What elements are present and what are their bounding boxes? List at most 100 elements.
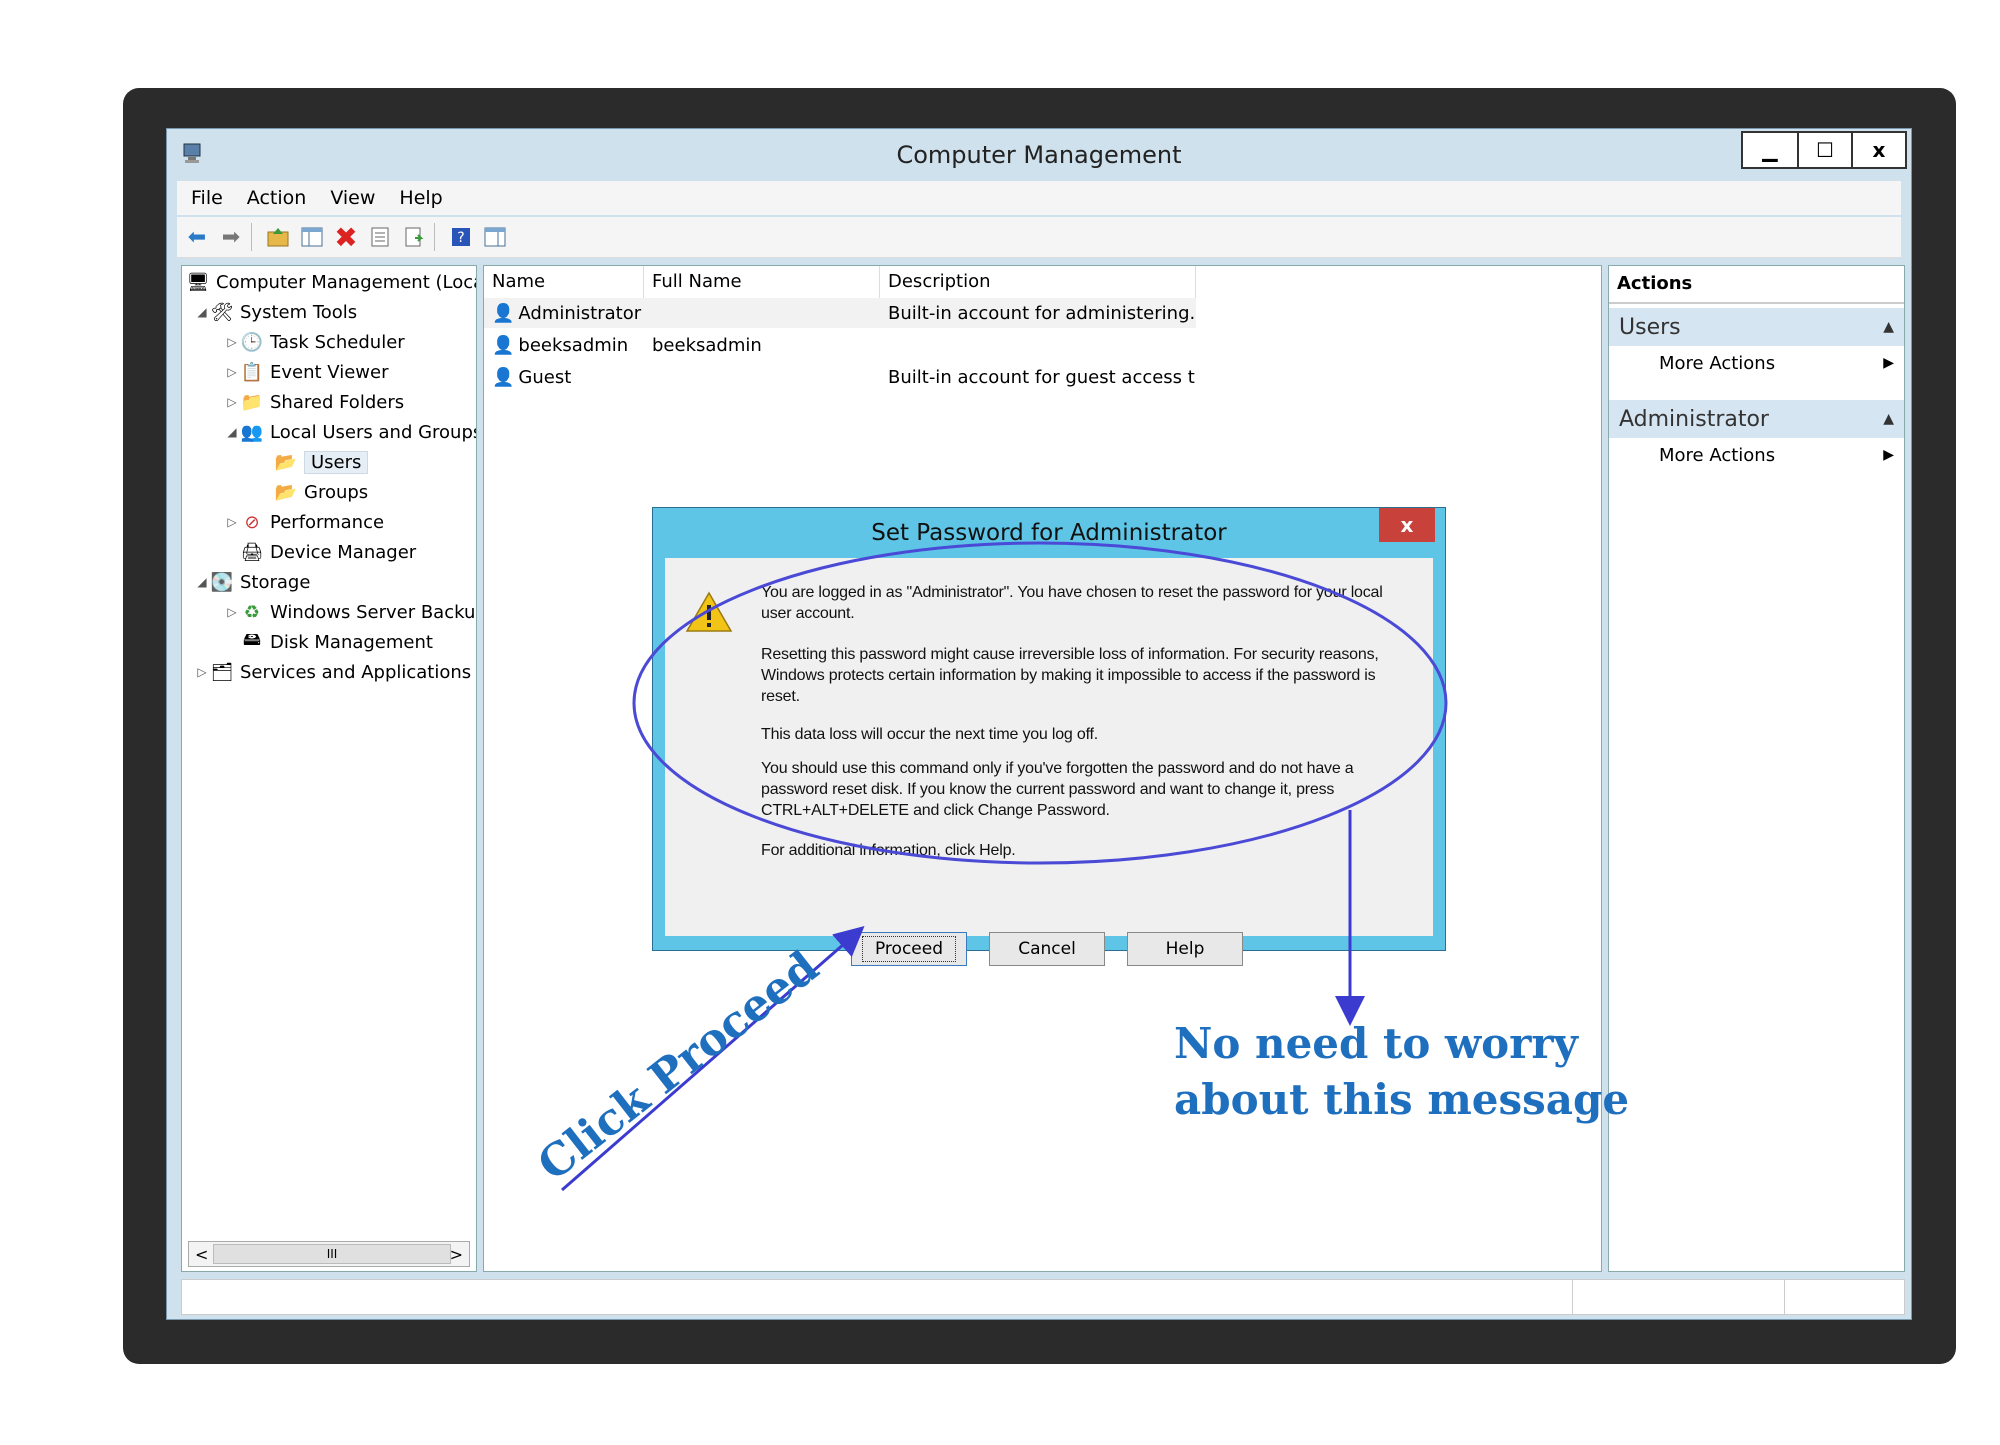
properties-icon[interactable] (366, 223, 394, 251)
list-cell-name: 👤 beeksadmin (484, 335, 644, 356)
scroll-left-icon[interactable]: < (189, 1245, 208, 1264)
collapse-triangle-icon[interactable]: ▲ (1883, 319, 1894, 335)
minimize-button[interactable]: ▁ (1743, 133, 1797, 167)
tree-item-services-and-applications[interactable]: ▷ 🗂 Services and Applications (194, 658, 471, 686)
tree-item-disk-management[interactable]: 🖴 Disk Management (240, 628, 433, 656)
storage-icon: 💽 (210, 571, 234, 593)
tree-item-label-selected: Users (304, 450, 369, 474)
help-icon[interactable]: ? (447, 223, 475, 251)
tree-item-task-scheduler[interactable]: ▷ 🕒 Task Scheduler (224, 328, 404, 356)
cancel-button[interactable]: Cancel (989, 932, 1105, 966)
delete-icon[interactable]: ✖ (332, 221, 360, 254)
toolbar-separator (251, 223, 252, 251)
menu-view[interactable]: View (330, 187, 375, 209)
toolbar-separator (434, 223, 435, 251)
tree-item-label: Groups (304, 481, 369, 503)
tree-item-users[interactable]: 📂 Users (274, 448, 369, 476)
clock-icon: 🕒 (240, 331, 264, 353)
collapse-triangle-icon[interactable]: ▲ (1883, 411, 1894, 427)
proceed-button[interactable]: Proceed (851, 932, 967, 966)
disabled-user-icon: 👤 (492, 366, 515, 388)
expand-icon[interactable]: ▷ (194, 665, 210, 679)
dialog-message-paragraph: For additional information, click Help. (761, 842, 1016, 859)
table-row[interactable]: 👤 Administrator Built-in account for adm… (484, 298, 1196, 328)
tree-item-groups[interactable]: 📂 Groups (274, 478, 368, 506)
menu-file[interactable]: File (191, 187, 223, 209)
list-cell-description: Built-in account for administering... (888, 302, 1196, 324)
tree-item-system-tools[interactable]: ◢ 🛠 System Tools (194, 298, 357, 326)
tree-item-label: Services and Applications (240, 661, 472, 683)
tree-item-performance[interactable]: ▷ ⊘ Performance (224, 508, 384, 536)
column-header-description[interactable]: Description (880, 266, 1196, 298)
expand-icon[interactable]: ▷ (224, 395, 240, 409)
tree-item-shared-folders[interactable]: ▷ 📁 Shared Folders (224, 388, 404, 416)
tree-item-label: System Tools (240, 301, 358, 323)
list-cell-name: 👤 Administrator (484, 303, 644, 324)
event-log-icon: 📋 (240, 361, 264, 383)
expand-icon[interactable]: ▷ (224, 365, 240, 379)
action-more-actions[interactable]: More Actions ▶ (1609, 346, 1904, 380)
expand-icon[interactable]: ▷ (224, 605, 240, 619)
services-icon: 🗂 (210, 661, 234, 683)
tree-item-label: Windows Server Backup (270, 601, 477, 623)
up-folder-icon[interactable] (264, 223, 292, 251)
dialog-close-button[interactable]: x (1379, 508, 1435, 542)
close-button[interactable]: x (1851, 133, 1905, 167)
performance-icon: ⊘ (244, 511, 260, 533)
tree-item-label: Shared Folders (270, 391, 405, 413)
maximize-button[interactable]: ☐ (1797, 133, 1851, 167)
annotation-line: about this message (1174, 1075, 1630, 1124)
show-hide-console-tree-icon[interactable] (298, 223, 326, 251)
tree-item-storage[interactable]: ◢ 💽 Storage (194, 568, 310, 596)
tree-item-local-users-and-groups[interactable]: ◢ 👥 Local Users and Groups (224, 418, 476, 446)
menu-help[interactable]: Help (399, 187, 442, 209)
toolbar: ⬅ ➡ ✖ ? (177, 217, 1901, 258)
column-header-full-name[interactable]: Full Name (644, 266, 880, 298)
expand-icon[interactable]: ▷ (224, 515, 240, 529)
list-cell-description: Built-in account for guest access t... (888, 366, 1196, 388)
device-manager-icon: 🖨 (240, 541, 264, 563)
submenu-arrow-icon: ▶ (1883, 355, 1894, 371)
export-list-icon[interactable] (400, 223, 428, 251)
tree-root[interactable]: 🖥 Computer Management (Local (186, 268, 476, 296)
tree-item-device-manager[interactable]: 🖨 Device Manager (240, 538, 417, 566)
status-bar (181, 1279, 1905, 1315)
actions-section-administrator[interactable]: Administrator ▲ (1609, 400, 1904, 438)
menu-action[interactable]: Action (247, 187, 307, 209)
folder-icon: 📂 (274, 451, 298, 473)
expand-icon[interactable]: ▷ (224, 335, 240, 349)
tree-item-windows-server-backup[interactable]: ▷ ♻ Windows Server Backup (224, 598, 477, 626)
status-divider (1784, 1280, 1785, 1314)
scroll-right-icon[interactable]: > (450, 1245, 469, 1264)
actions-section-users[interactable]: Users ▲ (1609, 308, 1904, 346)
expand-icon[interactable]: ◢ (194, 305, 210, 319)
help-button[interactable]: Help (1127, 932, 1243, 966)
collapse-icon[interactable]: ◢ (224, 425, 240, 439)
svg-text:?: ? (457, 230, 464, 246)
disk-icon: 🖴 (242, 629, 262, 650)
collapse-icon[interactable]: ◢ (194, 575, 210, 589)
scroll-thumb[interactable]: III (213, 1244, 451, 1264)
back-arrow-icon[interactable]: ⬅ (183, 223, 211, 251)
backup-icon: ♻ (243, 601, 261, 623)
status-divider (1572, 1280, 1573, 1314)
actions-section-title: Administrator (1619, 406, 1769, 432)
title-bar: Computer Management ▁ ☐ x (167, 129, 1911, 179)
table-row[interactable]: 👤 beeksadmin beeksadmin (484, 330, 1196, 360)
show-hide-action-pane-icon[interactable] (481, 223, 509, 251)
menu-bar: File Action View Help (177, 181, 1901, 215)
action-label: More Actions (1659, 352, 1776, 374)
dialog-title: Set Password for Administrator (871, 520, 1227, 546)
table-row[interactable]: 👤 Guest Built-in account for guest acces… (484, 362, 1196, 392)
action-more-actions[interactable]: More Actions ▶ (1609, 438, 1904, 472)
actions-pane: Actions Users ▲ More Actions ▶ Administr… (1608, 265, 1905, 1272)
column-header-name[interactable]: Name (484, 266, 644, 298)
tree-horizontal-scrollbar[interactable]: < III > (188, 1241, 470, 1267)
set-password-dialog: Set Password for Administrator x You are… (652, 507, 1446, 966)
proceed-button-label: Proceed (861, 936, 957, 962)
tree-item-event-viewer[interactable]: ▷ 📋 Event Viewer (224, 358, 388, 386)
users-group-icon: 👥 (240, 421, 264, 443)
forward-arrow-icon[interactable]: ➡ (217, 223, 245, 251)
tree-item-label: Performance (270, 511, 385, 533)
window-title: Computer Management (896, 141, 1182, 169)
